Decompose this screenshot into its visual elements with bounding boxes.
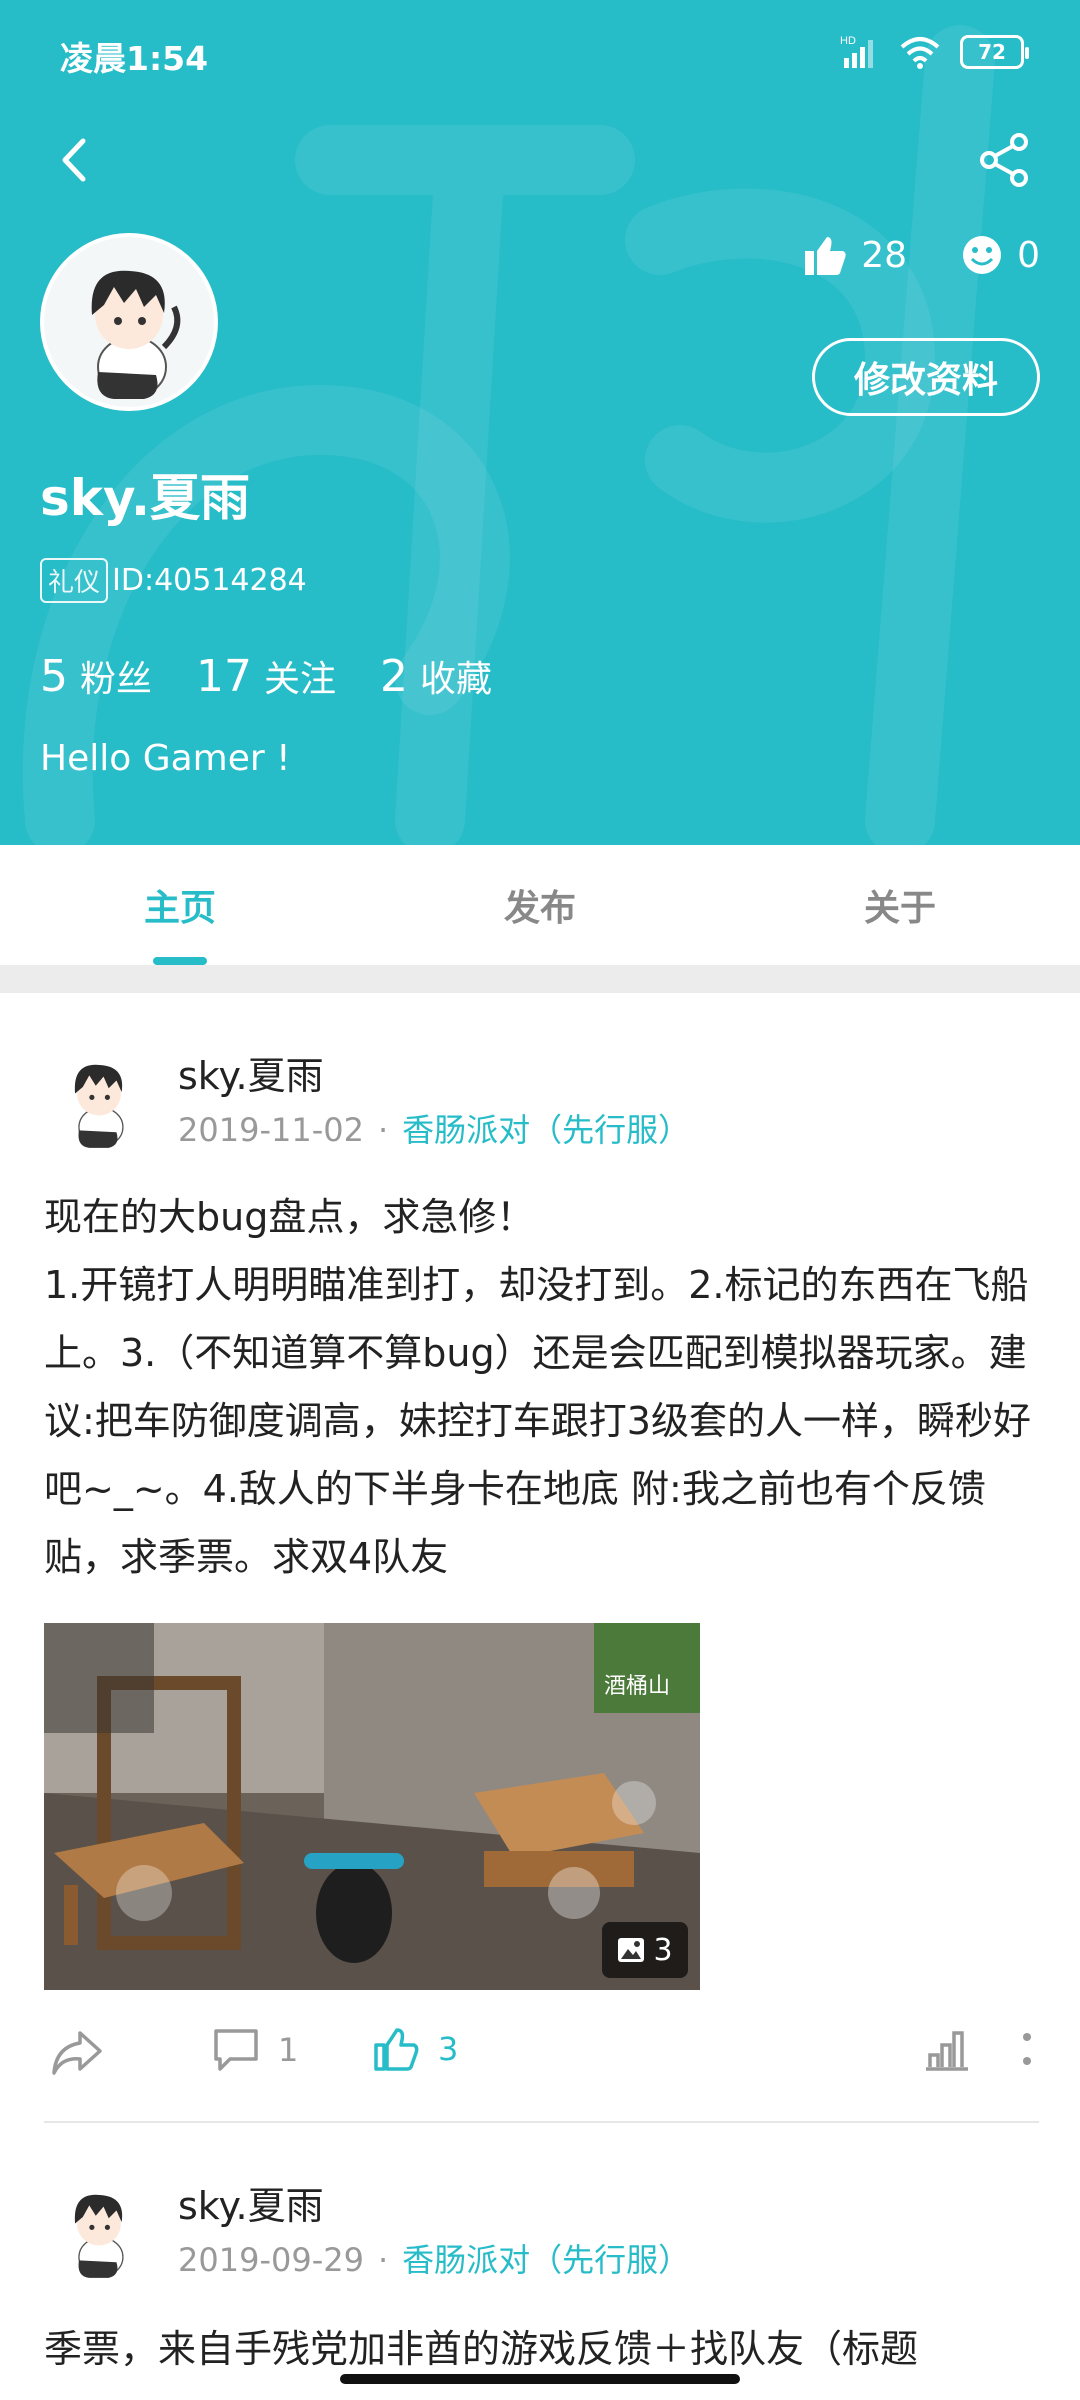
tab-about[interactable]: 关于 — [720, 845, 1080, 965]
smile-count-value: 0 — [1017, 234, 1040, 276]
meta-separator: · — [377, 2241, 389, 2279]
avatar-illustration — [44, 237, 214, 407]
comment-button[interactable]: 1 — [212, 2027, 298, 2073]
profile-header: 凌晨1:54 HD 72 28 0 修改资料 sky.夏雨 礼仪 ID:4051… — [0, 0, 1080, 845]
svg-text:HD: HD — [840, 35, 856, 47]
section-divider — [0, 965, 1080, 993]
post-actions: 1 3 — [0, 2013, 1080, 2093]
wifi-icon — [900, 37, 940, 69]
thumb-up-icon — [805, 237, 846, 275]
more-button[interactable] — [1012, 2027, 1042, 2073]
tab-home[interactable]: 主页 — [0, 845, 360, 965]
edit-profile-button[interactable]: 修改资料 — [812, 338, 1040, 416]
smile-count[interactable]: 0 — [961, 234, 1040, 276]
profile-username: sky.夏雨 — [40, 469, 251, 527]
chevron-left-icon — [62, 138, 86, 182]
favorites-label[interactable]: 收藏 — [420, 650, 492, 702]
like-count: 3 — [438, 2030, 459, 2068]
avatar-illustration — [44, 2173, 154, 2283]
map-label: 酒桶山 — [604, 1673, 670, 1698]
profile-avatar[interactable] — [40, 233, 218, 411]
post-divider — [44, 2121, 1039, 2123]
following-label[interactable]: 关注 — [264, 650, 336, 702]
post-date: 2019-11-02 — [178, 1111, 364, 1149]
image-icon — [618, 1938, 645, 1962]
post-avatar[interactable] — [44, 1043, 154, 1153]
status-bar: 凌晨1:54 HD 72 — [0, 0, 1080, 104]
post-username[interactable]: sky.夏雨 — [178, 2175, 324, 2230]
image-count: 3 — [653, 1932, 673, 1968]
following-count[interactable]: 17 — [196, 651, 252, 702]
comment-count: 1 — [278, 2031, 299, 2069]
thumb-up-icon — [374, 2028, 419, 2071]
share-icon — [980, 133, 1028, 187]
forward-button[interactable] — [50, 2027, 104, 2077]
like-count-value: 28 — [861, 234, 908, 276]
bar-chart-icon — [926, 2031, 968, 2071]
post-card[interactable]: sky.夏雨 2019-11-02 · 香肠派对（先行服） 现在的大bug盘点，求急… — [0, 993, 1080, 2133]
home-indicator[interactable] — [340, 2374, 740, 2384]
post-avatar[interactable] — [44, 2173, 154, 2283]
like-count[interactable]: 28 — [803, 233, 907, 277]
share-button[interactable] — [970, 125, 1040, 195]
status-time: 凌晨1:54 — [60, 39, 209, 78]
followers-label[interactable]: 粉丝 — [80, 650, 152, 702]
post-card[interactable]: sky.夏雨 2019-09-29 · 香肠派对（先行服） 季票，来自手残党加非酋的… — [0, 2133, 1080, 2400]
post-game-link[interactable]: 香肠派对（先行服） — [402, 1111, 690, 1149]
back-button[interactable] — [40, 125, 110, 195]
forward-icon — [52, 2031, 102, 2075]
image-count-badge: 3 — [602, 1922, 688, 1978]
profile-id: ID:40514284 — [112, 563, 307, 598]
more-vertical-icon — [1023, 2033, 1031, 2065]
etiquette-badge[interactable]: 礼仪 — [40, 558, 109, 603]
like-button[interactable]: 3 — [372, 2025, 458, 2073]
meta-separator: · — [377, 1111, 389, 1149]
watermark-logo — [22, 25, 995, 845]
post-body[interactable]: 季票，来自手残党加非酋的游戏反馈＋找队友（标题 — [44, 2315, 1039, 2383]
post-game-link[interactable]: 香肠派对（先行服） — [402, 2241, 690, 2279]
followers-count[interactable]: 5 — [40, 651, 68, 702]
favorites-count[interactable]: 2 — [380, 651, 408, 702]
profile-id-row: 礼仪 ID:40514284 — [40, 558, 307, 603]
post-meta: 2019-09-29 · 香肠派对（先行服） — [178, 2235, 690, 2281]
post-username[interactable]: sky.夏雨 — [178, 1045, 324, 1100]
post-meta: 2019-11-02 · 香肠派对（先行服） — [178, 1105, 690, 1151]
follow-stats: 5 粉丝 17 关注 2 收藏 — [40, 650, 536, 702]
battery-icon: 72 — [960, 35, 1029, 69]
tab-posts[interactable]: 发布 — [360, 845, 720, 965]
profile-stats: 28 0 — [749, 233, 1040, 277]
comment-icon — [214, 2029, 258, 2071]
post-body[interactable]: 现在的大bug盘点，求急修！ 1.开镜打人明明瞄准到打，却没打到。2.标记的东西… — [44, 1183, 1039, 1591]
signal-icon: HD — [840, 35, 873, 68]
smile-icon — [963, 236, 1002, 274]
avatar-illustration — [44, 1043, 154, 1153]
profile-tabs: 主页 发布 关于 — [0, 845, 1080, 965]
status-icons: HD 72 — [840, 30, 1029, 74]
post-date: 2019-09-29 — [178, 2241, 364, 2279]
profile-bio: Hello Gamer ! — [40, 738, 291, 779]
post-image[interactable]: 酒桶山 3 — [44, 1623, 700, 1990]
stats-button[interactable] — [924, 2027, 970, 2071]
